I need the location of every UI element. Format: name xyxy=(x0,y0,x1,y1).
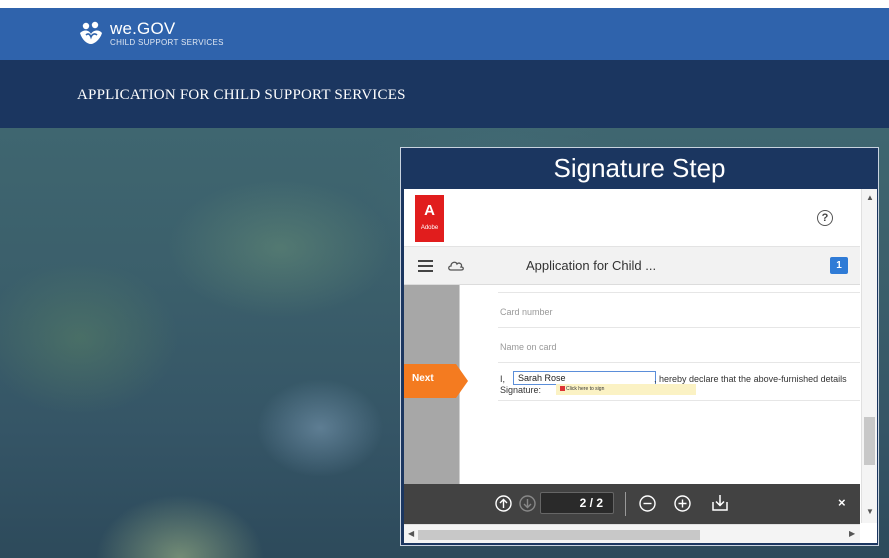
declaration-text: , hereby declare that the above-furnishe… xyxy=(654,374,847,384)
page-number-field[interactable]: 2 / 2 xyxy=(540,492,614,514)
panel-title: Signature Step xyxy=(553,153,726,183)
wegov-logo-icon xyxy=(80,21,102,44)
pdf-viewer: A Adobe ? Application for Child ... 1 ▲ … xyxy=(404,189,877,543)
adobe-label: Adobe xyxy=(420,225,439,231)
field-divider xyxy=(498,362,860,363)
scroll-down-icon[interactable]: ▼ xyxy=(866,507,874,516)
viewer-header: A Adobe ? xyxy=(404,189,860,247)
next-field-button[interactable]: Next xyxy=(404,364,468,398)
document-page: Card number Name on card I, Sarah Rose ,… xyxy=(404,285,860,485)
horizontal-scrollbar[interactable]: ◀ ▶ xyxy=(404,524,860,543)
vertical-scroll-thumb[interactable] xyxy=(864,417,875,465)
field-divider xyxy=(498,292,860,293)
viewer-bottom-toolbar: 2 / 2 × xyxy=(404,484,860,524)
top-header: we.GOV CHILD SUPPORT SERVICES xyxy=(0,8,889,60)
field-divider xyxy=(498,400,860,401)
page-title: APPLICATION FOR CHILD SUPPORT SERVICES xyxy=(77,87,406,103)
close-viewer-icon[interactable]: × xyxy=(838,495,846,510)
document-title: Application for Child ... xyxy=(526,258,657,273)
help-icon[interactable]: ? xyxy=(817,210,833,226)
horizontal-scroll-thumb[interactable] xyxy=(418,530,700,540)
scroll-up-icon[interactable]: ▲ xyxy=(866,193,874,202)
title-bar: APPLICATION FOR CHILD SUPPORT SERVICES xyxy=(0,60,889,128)
signature-panel: Signature Step A Adobe ? Application for… xyxy=(400,147,879,546)
adobe-logo: A Adobe xyxy=(415,195,444,242)
hamburger-menu-icon[interactable] xyxy=(418,260,433,272)
field-divider xyxy=(498,327,860,328)
signature-label: Signature: xyxy=(500,385,542,395)
app-frame: we.GOV CHILD SUPPORT SERVICES APPLICATIO… xyxy=(0,0,889,558)
scroll-left-icon[interactable]: ◀ xyxy=(408,529,414,538)
previous-page-icon[interactable] xyxy=(495,495,512,512)
wegov-logo[interactable]: we.GOV CHILD SUPPORT SERVICES xyxy=(78,20,224,48)
name-on-card-label: Name on card xyxy=(500,342,557,352)
zoom-out-icon[interactable] xyxy=(639,495,656,512)
brand-name: we.GOV xyxy=(110,19,176,38)
page-count-badge[interactable]: 1 xyxy=(830,257,848,274)
signature-field[interactable]: Click here to sign xyxy=(556,384,696,395)
download-icon[interactable] xyxy=(711,493,729,512)
brand-subtitle: CHILD SUPPORT SERVICES xyxy=(110,38,224,47)
card-number-label: Card number xyxy=(500,307,553,317)
scroll-right-icon[interactable]: ▶ xyxy=(849,529,855,538)
toolbar-divider xyxy=(625,492,626,516)
cloud-icon[interactable] xyxy=(447,259,465,271)
vertical-scrollbar[interactable]: ▲ ▼ xyxy=(861,189,877,523)
viewer-toolbar: Application for Child ... 1 xyxy=(404,247,860,285)
adobe-logo-icon: A xyxy=(424,202,435,219)
zoom-in-icon[interactable] xyxy=(674,495,691,512)
next-label: Next xyxy=(412,373,434,384)
declaration-prefix: I, xyxy=(500,374,506,384)
next-page-icon[interactable] xyxy=(519,495,536,512)
signer-name-field[interactable]: Sarah Rose xyxy=(513,371,656,385)
